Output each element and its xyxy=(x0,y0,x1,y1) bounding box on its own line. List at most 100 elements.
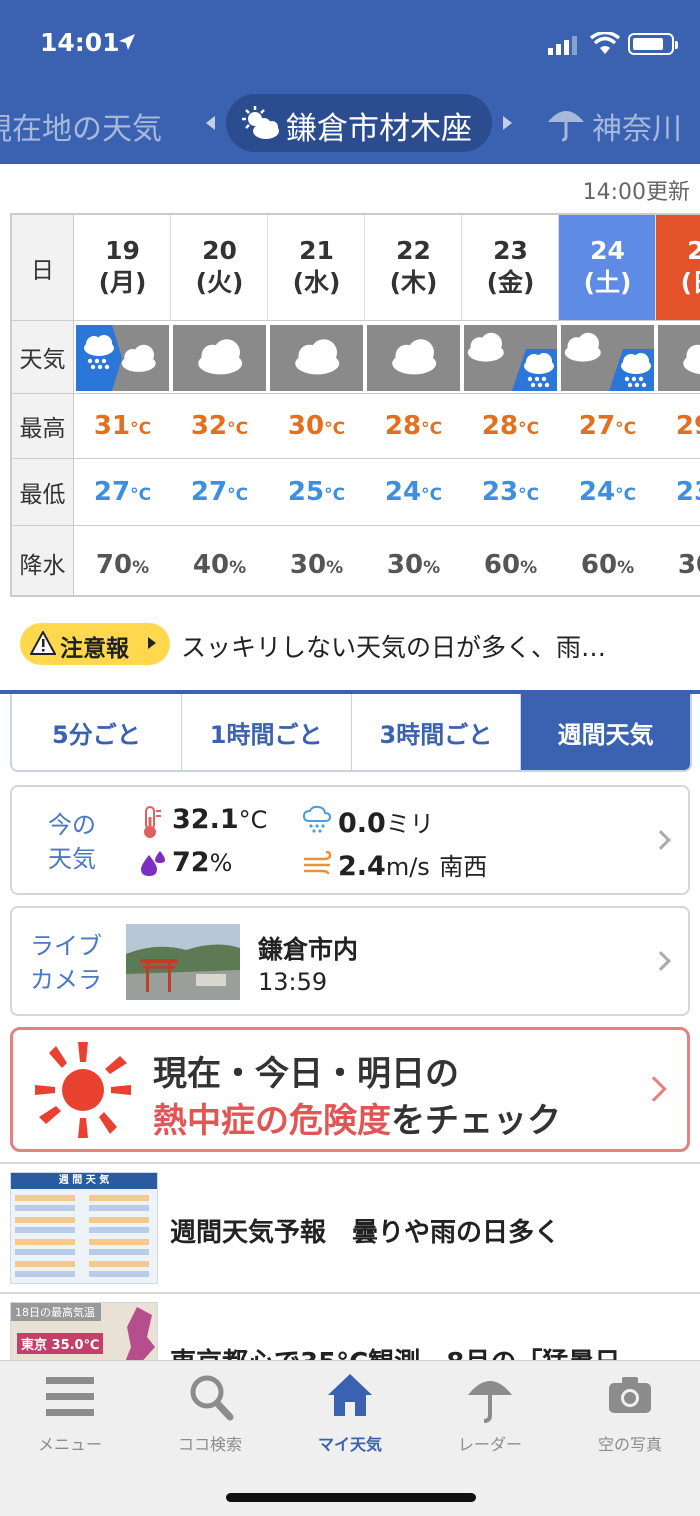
menu-icon xyxy=(46,1377,94,1416)
wifi-icon xyxy=(590,32,620,54)
current-rain-unit: ミリ xyxy=(385,810,434,838)
live-camera-card[interactable]: ライブ カメラ 鎌倉市内 13:59 xyxy=(10,906,690,1016)
news-item[interactable]: 週 間 天 気 週間天気予報 曇りや雨の日多く xyxy=(0,1162,700,1292)
current-weather-card[interactable]: 今の 天気 32.1°C 0.0ミリ 72% 2.4m/s 南西 xyxy=(10,785,690,895)
low-temp: 24°C xyxy=(578,477,637,507)
live-camera-label-1: ライブ xyxy=(30,932,102,960)
nav-label: ココ検索 xyxy=(177,1435,242,1454)
precip-chance: 70% xyxy=(95,550,150,580)
nav-radar[interactable]: レーダー xyxy=(420,1361,560,1461)
current-humidity: 72% xyxy=(172,847,232,878)
day-header[interactable]: 24 (土) xyxy=(559,215,656,320)
low-temp: 27°C xyxy=(93,477,152,507)
chevron-right-icon xyxy=(651,951,671,971)
camera-place: 鎌倉市内 xyxy=(258,935,359,964)
current-temp-unit: °C xyxy=(238,806,268,834)
day-of-week: (月) xyxy=(98,268,147,297)
tab-weekly[interactable]: 週間天気 xyxy=(521,694,690,770)
weather-icon-cloudy xyxy=(270,325,363,391)
current-rain: 0.0ミリ xyxy=(338,804,434,839)
current-location-label: 鎌倉市材木座 xyxy=(286,111,472,147)
nav-label: マイ天気 xyxy=(317,1435,382,1454)
day-date: 19 xyxy=(105,236,140,265)
umbrella-icon xyxy=(468,1381,512,1423)
weekly-forecast-table[interactable]: 日 天気 最高 最低 降水 19 (月) 31°C 27°C 70% 20 (火) 32°C 2… xyxy=(10,213,700,597)
home-icon xyxy=(328,1374,372,1416)
forecast-tabs: 5分ごと 1時間ごと 3時間ごと 週間天気 xyxy=(10,694,692,772)
live-camera-label-2: カメラ xyxy=(30,966,102,994)
location-tab-next[interactable]: 神奈川 xyxy=(592,104,682,148)
umbrella-icon xyxy=(548,111,584,142)
day-header[interactable]: 22 (木) xyxy=(365,215,462,320)
weather-icon-cloudy xyxy=(658,325,700,391)
bottom-navigation: メニュー ココ検索 マイ天気 レーダー 空の写真 xyxy=(0,1360,700,1516)
day-header[interactable]: 21 (水) xyxy=(268,215,365,320)
heat-banner-line1: 現在・今日・明日の xyxy=(153,1054,459,1094)
day-date: 23 xyxy=(493,236,528,265)
sun-cloud-icon xyxy=(242,106,279,139)
location-tab-previous[interactable]: 現在地の天気 xyxy=(0,104,162,148)
row-label-high: 最高 xyxy=(12,394,74,458)
news-thumbnail: 週 間 天 気 xyxy=(10,1172,158,1284)
nav-sky-photos[interactable]: 空の写真 xyxy=(560,1361,700,1461)
day-date: 21 xyxy=(299,236,334,265)
sun-icon xyxy=(35,1042,131,1138)
signal-icon xyxy=(548,36,577,55)
precip-chance: 30% xyxy=(289,550,344,580)
day-of-week: (水) xyxy=(292,268,341,297)
heat-banner-line2: 熱中症の危険度をチェック xyxy=(153,1093,561,1142)
tab-5min[interactable]: 5分ごと xyxy=(12,694,182,770)
weather-icon-cloudy-then-rain xyxy=(464,325,557,391)
news-thumbnail-title: 週 間 天 気 xyxy=(11,1173,157,1189)
day-header[interactable]: 19 (月) xyxy=(74,215,171,320)
current-weather-label-2: 天気 xyxy=(48,845,96,873)
low-temp: 23°C xyxy=(481,477,540,507)
nav-menu[interactable]: メニュー xyxy=(0,1361,140,1461)
news-thumbnail-title: 18日の最高気温 xyxy=(11,1303,101,1321)
day-header[interactable]: 23 (金) xyxy=(462,215,559,320)
row-divider xyxy=(12,458,700,459)
row-divider xyxy=(12,320,700,321)
day-date: 20 xyxy=(202,236,237,265)
tab-3hour[interactable]: 3時間ごと xyxy=(352,694,522,770)
chevron-right-icon xyxy=(641,1076,667,1102)
app-root: 14:01 現在地の天気 鎌倉市材木座 神奈川 14:00更新 日 天気 最高 … xyxy=(0,0,700,1516)
day-date: 24 xyxy=(590,236,625,265)
low-temp: 25°C xyxy=(287,477,346,507)
high-temp: 28°C xyxy=(481,411,540,441)
location-tab-current[interactable]: 鎌倉市材木座 xyxy=(226,94,492,152)
camera-time: 13:59 xyxy=(258,968,328,996)
weather-icon-cloudy xyxy=(367,325,460,391)
header: 14:01 現在地の天気 鎌倉市材木座 神奈川 xyxy=(0,0,700,164)
row-label-precip: 降水 xyxy=(12,526,74,595)
row-label-day: 日 xyxy=(12,215,74,320)
weather-icon-cloudy xyxy=(173,325,266,391)
day-date: 25 xyxy=(656,235,700,267)
wind-icon xyxy=(304,851,332,875)
day-header[interactable]: 25(日) xyxy=(656,215,700,320)
day-header[interactable]: 20 (火) xyxy=(171,215,268,320)
high-temp: 31°C xyxy=(93,411,152,441)
precip-chance: 30% xyxy=(386,550,441,580)
low-temp: 27°C xyxy=(190,477,249,507)
chevron-right-icon xyxy=(651,830,671,850)
current-humidity-unit: % xyxy=(209,849,233,877)
high-temp: 30°C xyxy=(287,411,346,441)
day-of-week: (金) xyxy=(486,268,535,297)
prev-location-arrow-icon[interactable] xyxy=(206,116,215,130)
home-indicator xyxy=(226,1493,476,1502)
nav-search[interactable]: ココ検索 xyxy=(140,1361,280,1461)
alert-label: 注意報 xyxy=(60,636,129,662)
high-temp: 27°C xyxy=(578,411,637,441)
tab-1hour[interactable]: 1時間ごと xyxy=(182,694,352,770)
precip-chance: 60% xyxy=(483,550,538,580)
nav-my-weather[interactable]: マイ天気 xyxy=(280,1361,420,1461)
current-weather-label-1: 今の xyxy=(48,811,96,839)
alert-text[interactable]: スッキリしない天気の日が多く、雨… xyxy=(181,628,606,664)
heatstroke-banner[interactable]: 現在・今日・明日の 熱中症の危険度をチェック xyxy=(10,1027,690,1152)
next-location-arrow-icon[interactable] xyxy=(503,116,512,130)
current-wind-value: 2.4 xyxy=(338,851,386,882)
warning-icon xyxy=(30,631,56,655)
precip-chance: 30% xyxy=(677,550,700,580)
alert-badge[interactable]: 注意報 xyxy=(20,623,170,665)
